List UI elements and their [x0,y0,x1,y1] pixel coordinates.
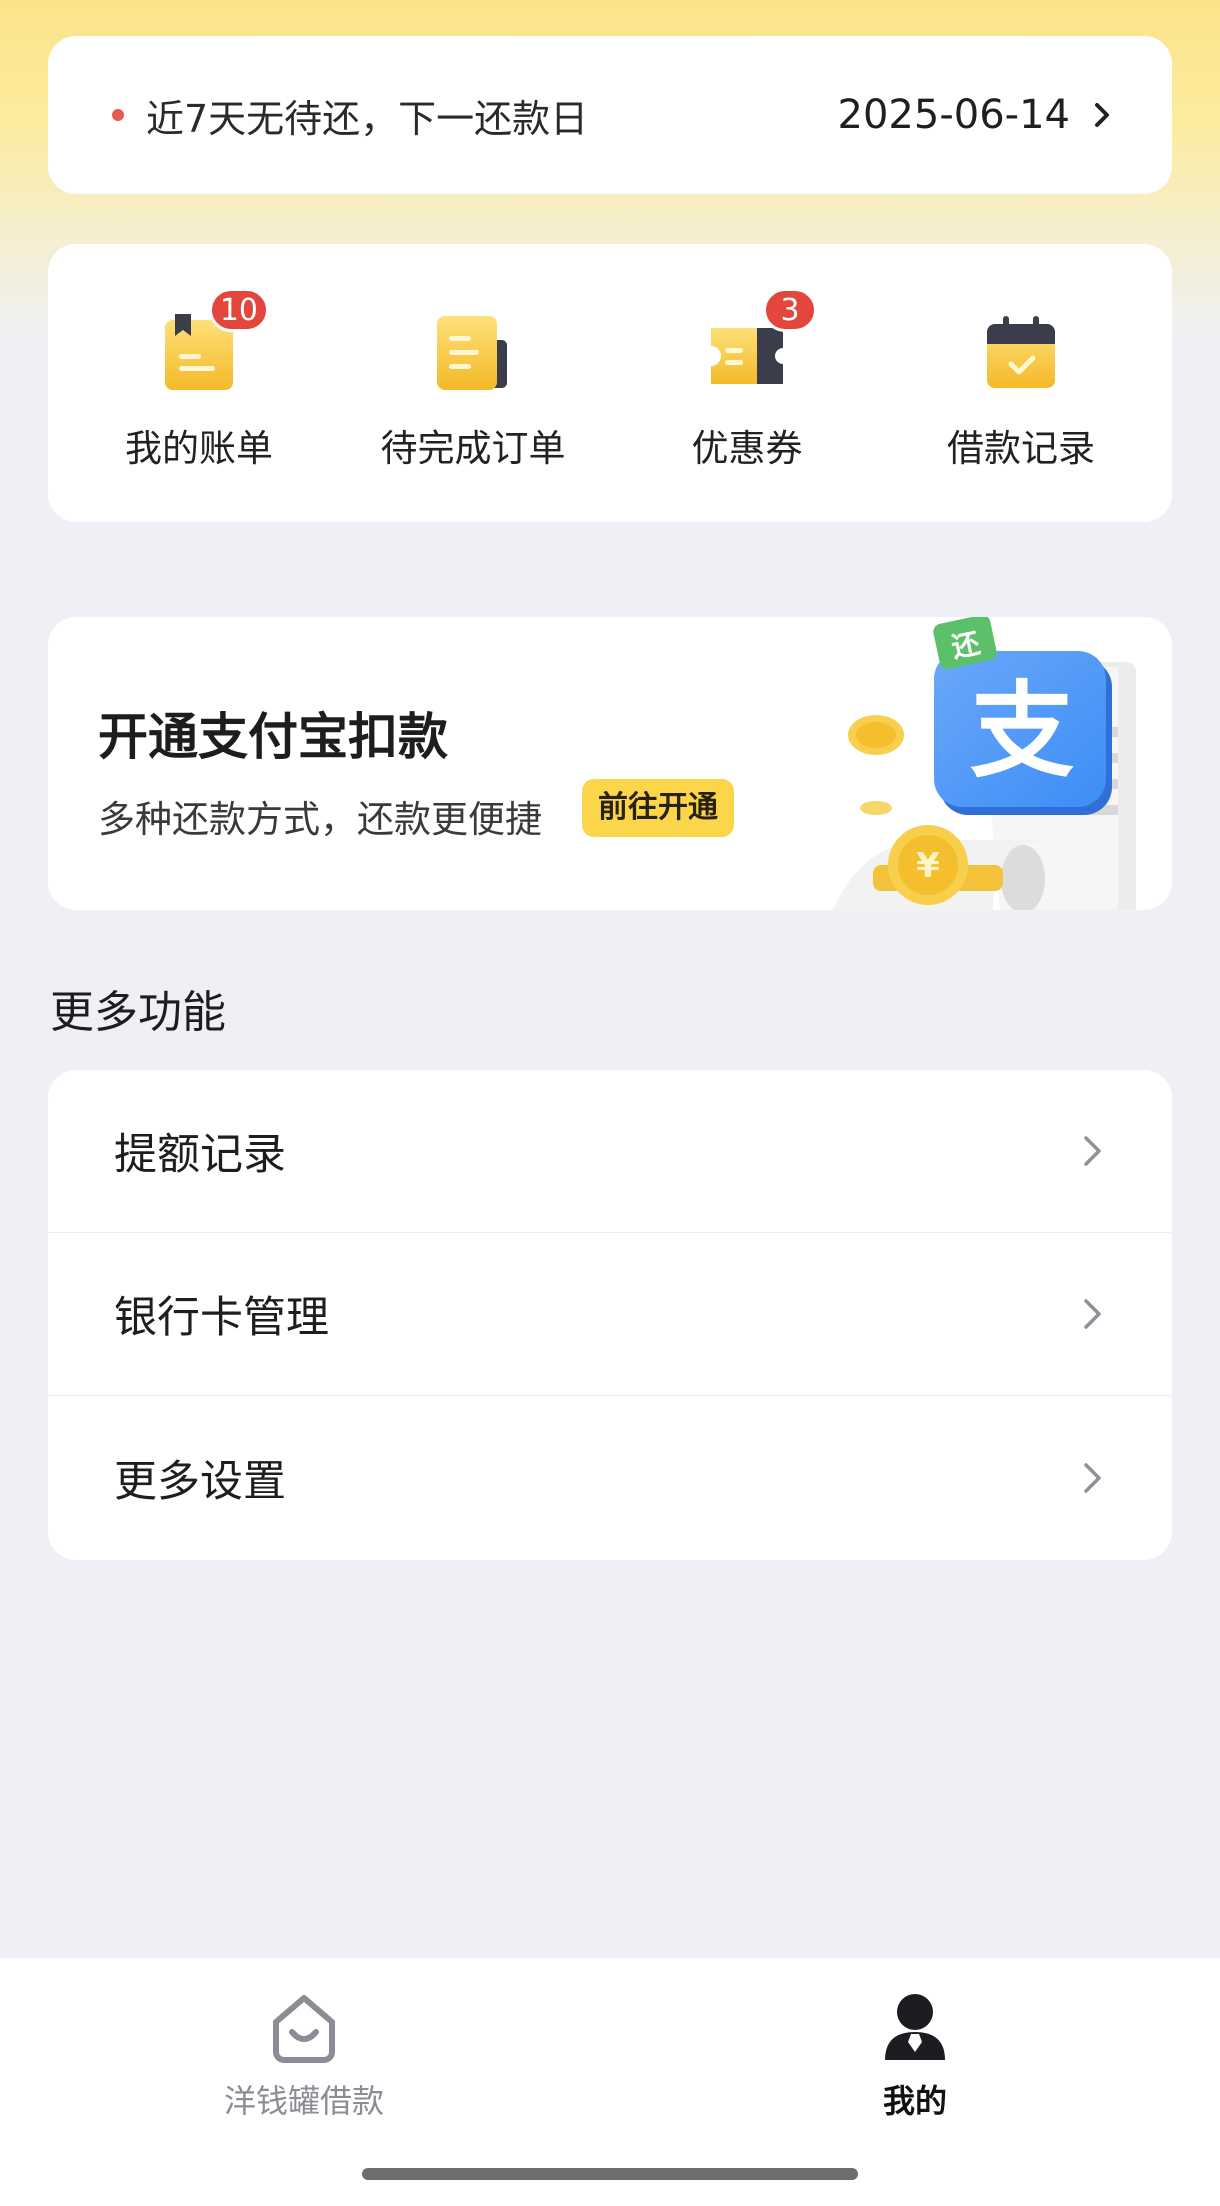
menu-item-label: 更多设置 [114,1456,286,1507]
alipay-illustration: ¥ 支 还 [833,617,1136,910]
banner-subtitle: 多种还款方式，还款更便捷 [98,798,542,841]
shortcut-loan-records[interactable]: 借款记录 [901,244,1141,522]
more-features-title: 更多功能 [50,987,226,1038]
banner-title: 开通支付宝扣款 [98,708,448,766]
alipay-logo-glyph: 支 [970,670,1074,792]
repayment-notice-card[interactable]: 近7天无待还，下一还款日 2025-06-14 [48,36,1172,194]
chevron-right-icon [1095,103,1109,127]
tab-loan-home[interactable]: 洋钱罐借款 [154,1988,454,2122]
menu-item-limit-records[interactable]: 提额记录 [48,1070,1172,1233]
more-features-list: 提额记录 银行卡管理 更多设置 [48,1070,1172,1560]
bill-icon: 10 [157,288,269,394]
next-repayment-date: 2025-06-14 [837,92,1070,138]
chevron-right-icon [1084,1462,1101,1493]
tab-mine[interactable]: 我的 [765,1988,1065,2122]
shortcut-coupons[interactable]: 3 优惠券 [627,244,867,522]
user-icon [885,1994,945,2060]
activate-button[interactable]: 前往开通 [582,779,734,837]
coin-glyph: ¥ [916,846,940,886]
calendar-icon [979,310,1063,394]
coupon-icon: 3 [705,288,817,394]
shortcut-pending-orders[interactable]: 待完成订单 [353,244,593,522]
order-icon [431,310,515,394]
repayment-notice-text: 近7天无待还，下一还款日 [146,96,589,141]
alipay-autopay-banner[interactable]: 开通支付宝扣款 多种还款方式，还款更便捷 前往开通 ¥ 支 还 [48,617,1172,910]
shortcut-label: 借款记录 [947,427,1095,470]
tab-label: 我的 [882,2082,947,2120]
coupons-badge: 3 [763,288,817,332]
tab-label: 洋钱罐借款 [223,2082,384,2120]
menu-item-bank-cards[interactable]: 银行卡管理 [48,1233,1172,1396]
shortcut-my-bills[interactable]: 10 我的账单 [79,244,319,522]
menu-item-label: 银行卡管理 [114,1293,329,1343]
shortcut-panel: 10 我的账单 待完成订单 3 优惠券 借款记录 [48,244,1172,522]
menu-item-label: 提额记录 [114,1130,286,1180]
shortcut-label: 优惠券 [691,427,803,470]
home-icon [273,1995,335,2063]
chevron-right-icon [1084,1299,1101,1329]
home-indicator [362,2168,858,2180]
page: 近7天无待还，下一还款日 2025-06-14 10 我的账单 待完成订单 3 … [0,0,1220,2206]
shortcut-label: 待完成订单 [380,427,566,470]
bills-badge: 10 [208,288,269,332]
menu-item-more-settings[interactable]: 更多设置 [48,1396,1172,1559]
status-dot [112,109,124,121]
shortcut-label: 我的账单 [125,427,273,470]
chevron-right-icon [1084,1136,1101,1166]
